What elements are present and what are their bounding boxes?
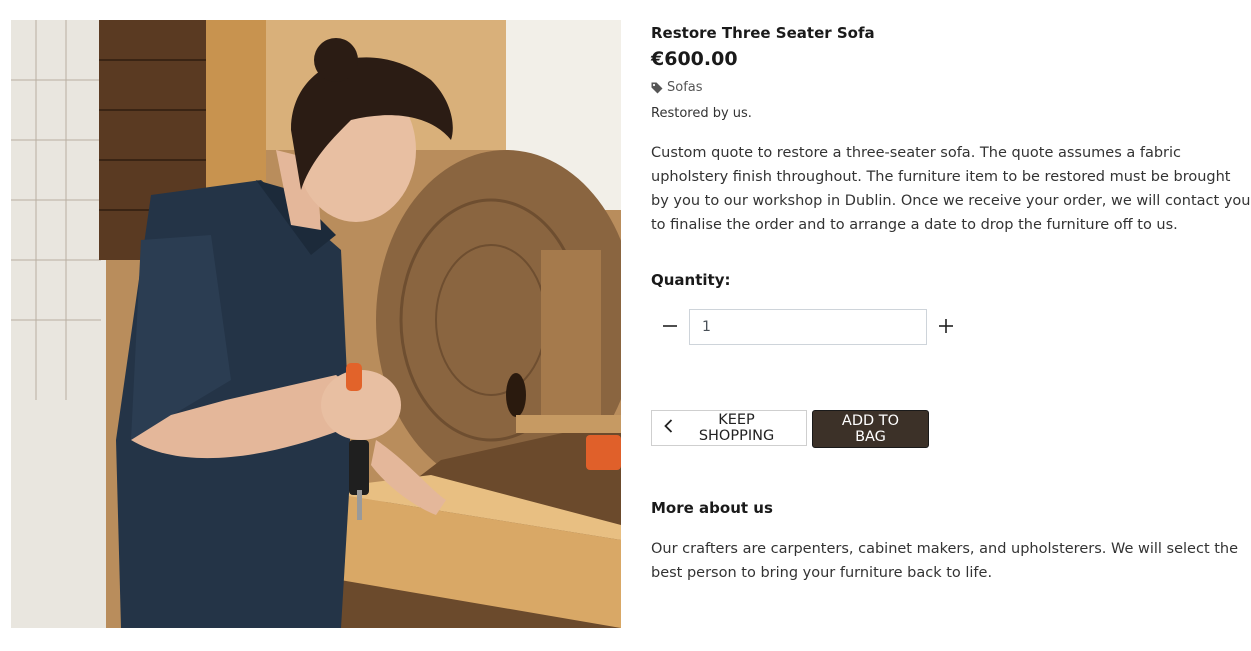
tag-icon xyxy=(651,82,663,94)
keep-shopping-label: KEEP SHOPPING xyxy=(698,412,775,444)
quantity-input[interactable] xyxy=(689,309,927,345)
quantity-label: Quantity: xyxy=(651,271,731,289)
more-about-us-text: Our crafters are carpenters, cabinet mak… xyxy=(651,541,1239,581)
product-category-link[interactable]: Sofas xyxy=(651,80,703,95)
quantity-stepper xyxy=(651,308,965,346)
product-detail-page: Restore Three Seater Sofa €600.00 Sofas … xyxy=(0,0,1251,651)
add-to-bag-label: ADD TO BAG xyxy=(841,413,900,445)
more-about-us-heading: More about us xyxy=(651,499,773,517)
product-actions: KEEP SHOPPING ADD TO BAG xyxy=(651,410,929,448)
product-description: Custom quote to restore a three-seater s… xyxy=(651,145,1251,233)
craftswoman-photo-illustration xyxy=(11,20,621,628)
product-image xyxy=(11,20,621,628)
add-to-bag-button[interactable]: ADD TO BAG xyxy=(812,410,929,448)
minus-icon xyxy=(663,319,677,336)
keep-shopping-button[interactable]: KEEP SHOPPING xyxy=(651,410,807,446)
restored-by-text: Restored by us. xyxy=(651,106,752,121)
chevron-left-icon xyxy=(664,419,673,437)
decrement-quantity-button[interactable] xyxy=(651,308,689,346)
product-price: €600.00 xyxy=(651,48,738,70)
product-title: Restore Three Seater Sofa xyxy=(651,24,875,42)
increment-quantity-button[interactable] xyxy=(927,308,965,346)
product-category-label: Sofas xyxy=(667,80,703,95)
plus-icon xyxy=(939,318,953,336)
